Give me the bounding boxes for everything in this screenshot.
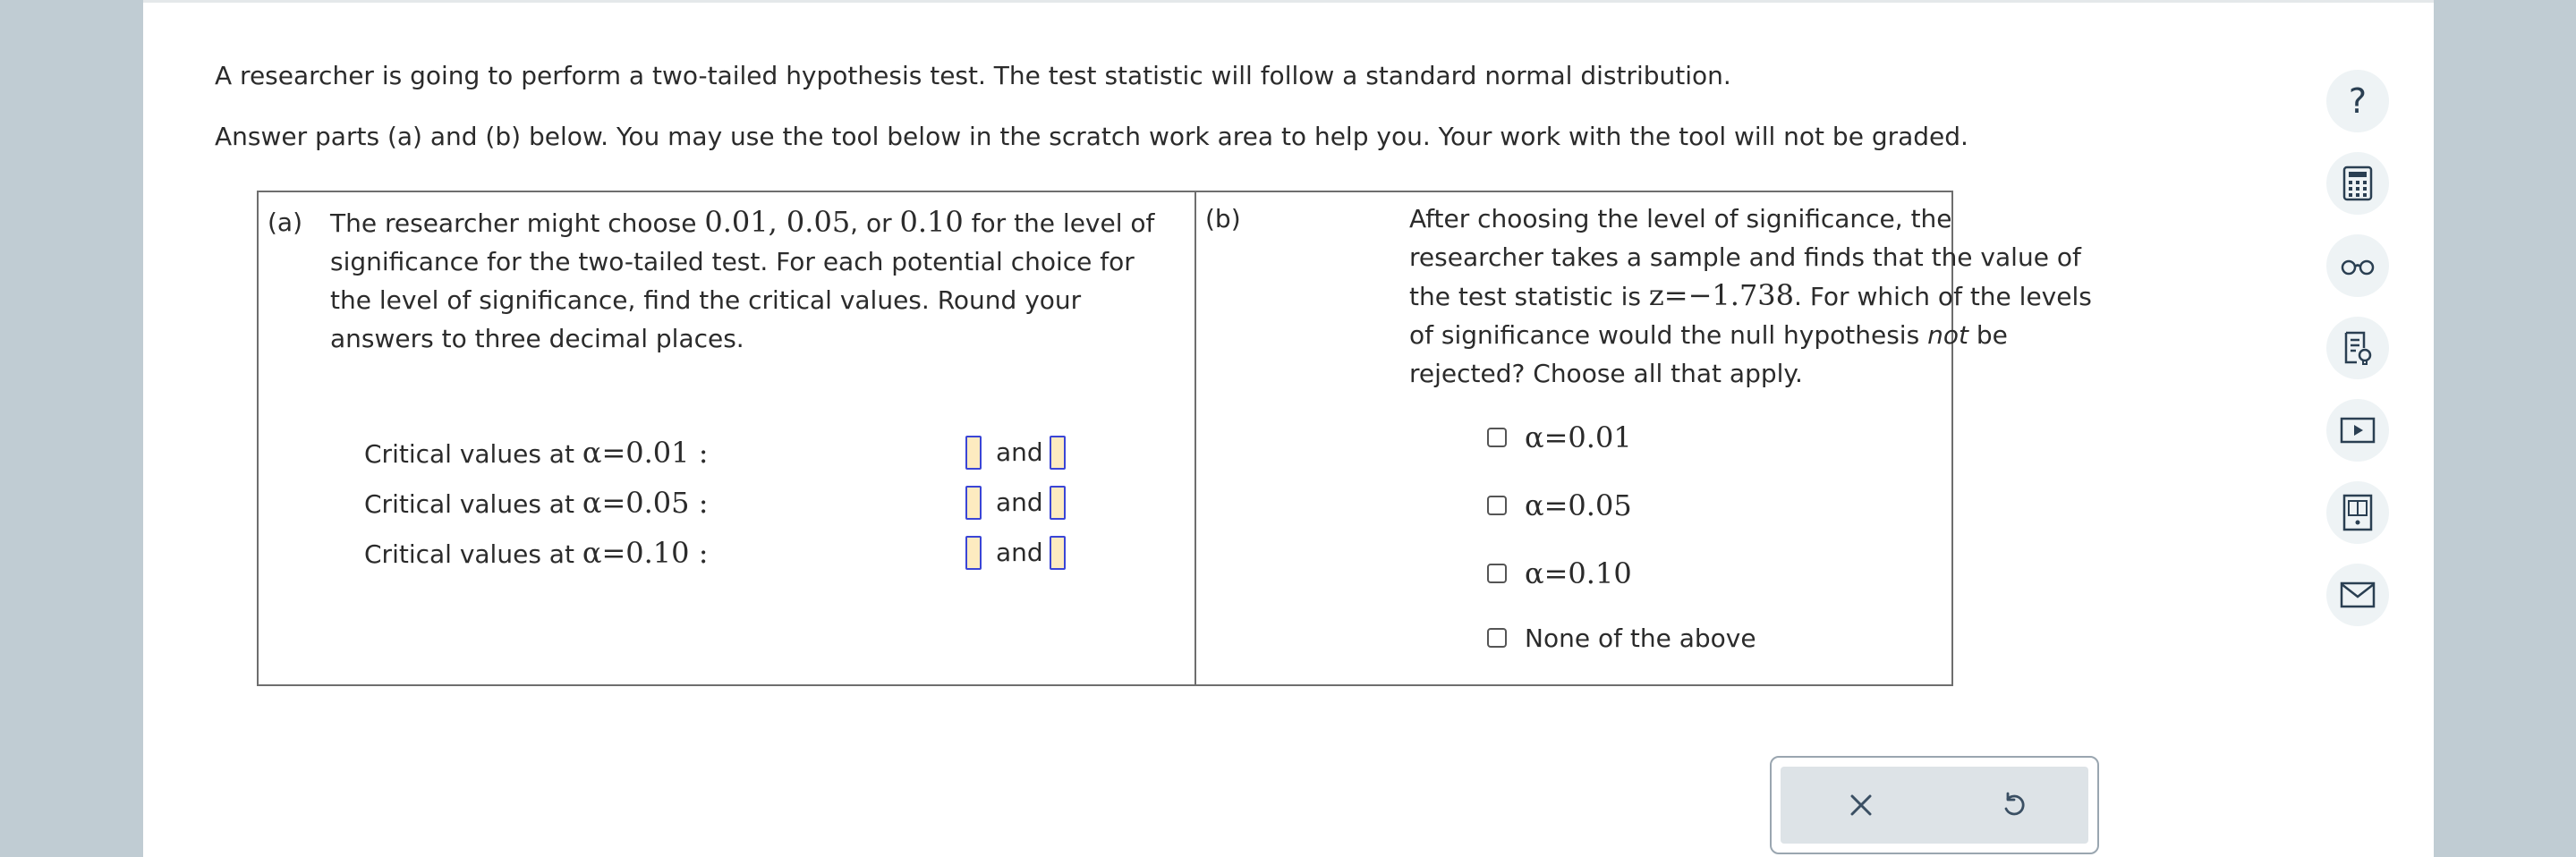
video-icon: [2340, 417, 2376, 444]
part-a-line4: answers to three decimal places.: [330, 324, 744, 353]
part-a-line1-pre: The researcher might choose: [330, 208, 705, 238]
and-text: and: [996, 488, 1043, 517]
undo-button[interactable]: [1942, 767, 2085, 844]
option-label: α=0.10: [1525, 556, 1632, 590]
alpha-expression: α=0.01: [582, 436, 690, 470]
part-b-line1: After choosing the level of significance…: [1409, 204, 1952, 233]
mail-icon: [2340, 581, 2376, 608]
and-text: and: [996, 538, 1043, 567]
close-icon: [1850, 794, 1872, 816]
textbook-icon: [2342, 494, 2373, 531]
critical-upper-input-3[interactable]: [1050, 536, 1066, 570]
row-colon: :: [689, 436, 709, 470]
row-colon: :: [689, 536, 709, 570]
critical-lower-input-2[interactable]: [965, 486, 982, 520]
part-b-line2: researcher takes a sample and finds that…: [1409, 242, 2081, 272]
critical-row-3: Critical values at α=0.10 :: [364, 532, 708, 573]
critical-upper-input-1[interactable]: [1050, 436, 1066, 470]
option-none[interactable]: None of the above: [1487, 618, 1756, 658]
problem-table: (a) The researcher might choose 0.01, 0.…: [257, 191, 2092, 686]
critical-row-1: Critical values at α=0.01 :: [364, 432, 708, 473]
notes-icon: [2344, 331, 2372, 365]
option-alpha-005[interactable]: α=0.05: [1487, 486, 1632, 525]
video-button[interactable]: [2326, 399, 2389, 462]
part-a-text: The researcher might choose 0.01, 0.05, …: [330, 203, 1189, 358]
glasses-button[interactable]: [2326, 234, 2389, 297]
calculator-button[interactable]: [2326, 152, 2389, 215]
option-label: α=0.01: [1525, 420, 1632, 454]
option-label: α=0.05: [1525, 488, 1632, 522]
part-a-label: (a): [268, 208, 303, 237]
row-prefix: Critical values at: [364, 539, 582, 569]
mail-button[interactable]: [2326, 564, 2389, 626]
part-b-label: (b): [1205, 204, 1241, 233]
part-b-line3-post: . For which of the levels: [1794, 282, 2092, 311]
alpha-expression: α=0.10: [582, 536, 690, 570]
or-text: , or: [850, 208, 900, 238]
glasses-icon: [2341, 259, 2375, 276]
part-a-line2: significance for the two-tailed test. Fo…: [330, 247, 1135, 276]
and-text: and: [996, 437, 1043, 467]
help-icon: ?: [2348, 81, 2368, 121]
checkbox[interactable]: [1487, 428, 1507, 447]
row-prefix: Critical values at: [364, 439, 582, 469]
part-a-line3: the level of significance, find the crit…: [330, 285, 1082, 315]
critical-lower-input-1[interactable]: [965, 436, 982, 470]
textbook-button[interactable]: [2326, 481, 2389, 544]
alpha-expression: α=0.05: [582, 486, 690, 520]
checkbox[interactable]: [1487, 496, 1507, 515]
intro-line-1: A researcher is going to perform a two-t…: [215, 61, 1731, 90]
checkbox[interactable]: [1487, 628, 1507, 648]
row-prefix: Critical values at: [364, 489, 582, 519]
part-b-line5: rejected? Choose all that apply.: [1409, 359, 1803, 388]
option-alpha-010[interactable]: α=0.10: [1487, 554, 1632, 593]
part-b-line4-pre: of significance would the null hypothesi…: [1409, 320, 1928, 350]
notes-button[interactable]: [2326, 317, 2389, 379]
option-alpha-001[interactable]: α=0.01: [1487, 418, 1632, 457]
comma-1: ,: [768, 205, 786, 239]
alpha-choice-1: 0.01: [704, 205, 769, 239]
column-divider: [1194, 192, 1196, 684]
intro-line-2: Answer parts (a) and (b) below. You may …: [215, 122, 1968, 151]
critical-row-2: Critical values at α=0.05 :: [364, 482, 708, 523]
option-label: None of the above: [1525, 623, 1756, 653]
part-b-line4-post: be: [1968, 320, 2008, 350]
alpha-choice-2: 0.05: [786, 205, 851, 239]
answer-actions: [1770, 756, 2099, 854]
clear-button[interactable]: [1790, 767, 1933, 844]
main-panel: A researcher is going to perform a two-t…: [143, 0, 2434, 857]
checkbox[interactable]: [1487, 564, 1507, 583]
critical-lower-input-3[interactable]: [965, 536, 982, 570]
undo-icon: [2004, 792, 2025, 816]
part-a-line1-post: for the level of: [963, 208, 1155, 238]
part-b-line3-pre: the test statistic is: [1409, 282, 1649, 311]
help-button[interactable]: ?: [2326, 70, 2389, 132]
alpha-choice-3: 0.10: [899, 205, 964, 239]
row-colon: :: [689, 486, 709, 520]
calculator-icon: [2342, 165, 2373, 201]
part-b-question: After choosing the level of significance…: [1409, 199, 2125, 393]
test-statistic: z=−1.738: [1648, 278, 1795, 312]
actions-inner: [1781, 767, 2088, 844]
emphasis-not: not: [1927, 320, 1968, 350]
critical-upper-input-2[interactable]: [1050, 486, 1066, 520]
